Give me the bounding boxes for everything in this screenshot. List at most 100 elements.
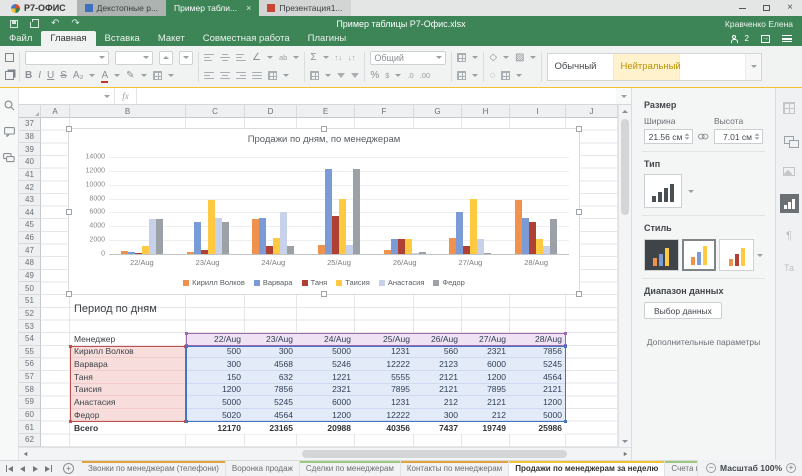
row-header-48[interactable]: 48 [19, 257, 41, 270]
row-header-53[interactable]: 53 [19, 320, 41, 333]
collaborators-icon[interactable]: 2 [732, 34, 749, 43]
font-size-select[interactable] [115, 51, 153, 65]
column-header-F[interactable]: F [355, 105, 414, 118]
table-cell-value[interactable]: 2121 [414, 371, 462, 384]
height-input[interactable]: 7.01 см [714, 129, 763, 144]
highlight-color-icon[interactable]: ✎ [126, 71, 134, 81]
clear-icon[interactable]: ◇ [489, 53, 497, 63]
restore-button[interactable] [754, 0, 778, 16]
table-total-value[interactable]: 7437 [414, 421, 462, 434]
column-header-D[interactable]: D [245, 105, 297, 118]
vertical-scrollbar[interactable] [618, 105, 631, 447]
insert-cells-icon[interactable] [457, 53, 466, 62]
sheet-tab[interactable]: Контакты по менеджерам [401, 461, 509, 476]
cell-style-normal[interactable]: Обычный [548, 54, 614, 80]
scroll-down-icon[interactable] [619, 435, 631, 447]
row-header-58[interactable]: 58 [19, 383, 41, 396]
table-total-label[interactable]: Всего [70, 421, 186, 434]
window-tab-document[interactable]: Декстопные р... [77, 0, 166, 16]
table-cell-value[interactable]: 1231 [355, 396, 414, 409]
table-cell-value[interactable]: 4564 [510, 371, 566, 384]
format-as-table-icon[interactable] [501, 71, 510, 80]
tab-close-icon[interactable]: × [246, 3, 251, 13]
sheet-tab[interactable]: Продажи по менеджерам за неделю [509, 461, 665, 476]
width-stepper[interactable] [684, 133, 690, 140]
chart-type-button[interactable] [644, 174, 682, 208]
copy-style-icon[interactable]: ▨ [515, 53, 524, 63]
column-header-H[interactable]: H [462, 105, 510, 118]
chart-handle-se[interactable] [576, 291, 582, 297]
menu-tab-главная[interactable]: Главная [41, 31, 95, 46]
row-header-60[interactable]: 60 [19, 409, 41, 422]
table-header-date[interactable]: 26/Aug [414, 333, 462, 346]
sort-desc-icon[interactable]: ↓↑ [348, 54, 356, 62]
decrease-font-icon[interactable] [179, 51, 193, 65]
table-cell-value[interactable]: 2121 [510, 384, 566, 397]
copy-icon[interactable] [5, 71, 14, 80]
table-cell-value[interactable]: 1200 [510, 396, 566, 409]
table-cell-value[interactable]: 1200 [186, 384, 245, 397]
first-sheet-icon[interactable] [3, 461, 16, 476]
prev-sheet-icon[interactable] [16, 461, 29, 476]
column-header-A[interactable]: A [41, 105, 70, 118]
table-cell-name[interactable]: Кирилл Волков [70, 346, 186, 359]
table-header-manager[interactable]: Менеджер [70, 333, 186, 346]
row-header-47[interactable]: 47 [19, 244, 41, 257]
chart-handle-s[interactable] [321, 291, 327, 297]
align-bottom-icon[interactable] [236, 54, 246, 62]
table-cell-value[interactable]: 7856 [245, 384, 297, 397]
spreadsheet-grid[interactable]: ABCDEFGHIJ 37383940414243444546474849505… [19, 105, 618, 447]
filter-icon[interactable] [337, 73, 345, 78]
chart-type-caret-icon[interactable] [688, 190, 694, 193]
add-sheet-icon[interactable]: + [63, 463, 74, 474]
close-button[interactable]: × [778, 0, 802, 16]
table-cell-value[interactable]: 212 [414, 396, 462, 409]
textart-settings-icon[interactable]: Та [780, 258, 799, 277]
hamburger-menu-icon[interactable] [782, 35, 792, 42]
table-total-value[interactable]: 12170 [186, 421, 245, 434]
row-header-38[interactable]: 38 [19, 131, 41, 144]
table-cell-value[interactable]: 5555 [355, 371, 414, 384]
menu-tab-совместная-работа[interactable]: Совместная работа [194, 31, 299, 46]
sort-asc-icon[interactable]: ↑↓ [335, 54, 343, 62]
align-top-icon[interactable] [204, 54, 214, 62]
window-tab-presentation[interactable]: Презентация1... [259, 0, 350, 16]
table-cell-value[interactable]: 1200 [297, 409, 355, 422]
horizontal-scrollbar[interactable] [19, 447, 631, 460]
table-header-date[interactable]: 24/Aug [297, 333, 355, 346]
table-cell-value[interactable]: 7856 [510, 346, 566, 359]
sheet-tab[interactable]: Воронка продаж [226, 461, 300, 476]
italic-icon[interactable]: I [38, 71, 41, 81]
data-table[interactable]: Менеджер22/Aug23/Aug24/Aug25/Aug26/Aug27… [70, 333, 566, 434]
chart-style-more-icon[interactable] [757, 254, 763, 257]
align-left-icon[interactable] [204, 72, 214, 80]
sheet-tab[interactable]: Сделки по менеджерам [300, 461, 401, 476]
table-cell-value[interactable]: 2123 [414, 358, 462, 371]
column-header-C[interactable]: C [186, 105, 245, 118]
table-total-value[interactable]: 25986 [510, 421, 566, 434]
row-header-61[interactable]: 61 [19, 421, 41, 434]
clear-filter-icon[interactable] [351, 73, 359, 78]
next-sheet-icon[interactable] [29, 461, 42, 476]
column-header-J[interactable]: J [566, 105, 618, 118]
row-header-55[interactable]: 55 [19, 346, 41, 359]
redo-icon[interactable]: ↷ [71, 19, 79, 29]
justify-icon[interactable] [252, 72, 262, 80]
table-cell-value[interactable]: 2321 [297, 384, 355, 397]
paragraph-settings-icon[interactable]: ¶ [780, 226, 799, 245]
fx-icon[interactable]: fx [115, 88, 137, 104]
image-settings-icon[interactable] [780, 162, 799, 181]
row-header-37[interactable]: 37 [19, 118, 41, 131]
save-icon[interactable] [10, 20, 18, 28]
vertical-scroll-thumb[interactable] [621, 119, 629, 215]
window-tab-spreadsheet[interactable]: Пример табли...× [166, 0, 259, 16]
table-cell-value[interactable]: 12222 [355, 409, 414, 422]
style-gallery-more-icon[interactable] [746, 54, 761, 80]
table-header-date[interactable]: 27/Aug [462, 333, 510, 346]
comments-icon[interactable] [4, 127, 15, 137]
chart-handle-w[interactable] [66, 209, 72, 215]
align-right-icon[interactable] [236, 72, 246, 80]
undo-icon[interactable]: ↶ [51, 19, 59, 29]
chart-handle-sw[interactable] [66, 291, 72, 297]
table-cell-value[interactable]: 150 [186, 371, 245, 384]
